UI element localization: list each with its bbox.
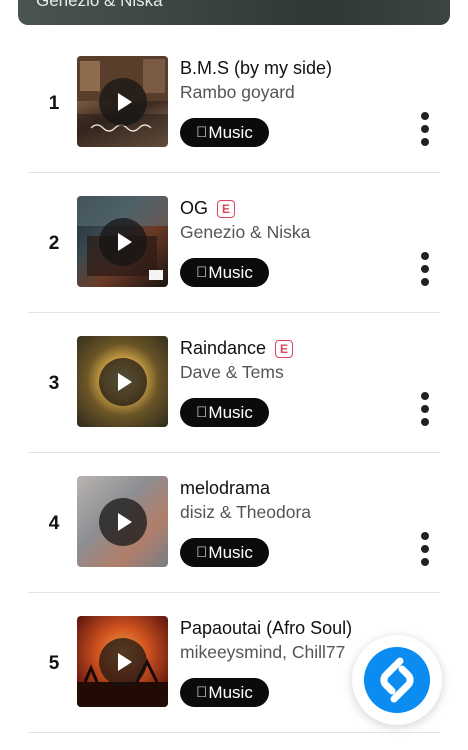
- more-options-icon[interactable]: [418, 252, 432, 286]
- row-divider: [28, 732, 440, 733]
- track-title[interactable]: B.M.S (by my side): [180, 58, 332, 79]
- track-title[interactable]: OG E: [180, 198, 236, 219]
- play-button[interactable]: [98, 637, 147, 686]
- previous-track-card[interactable]: Genezio & Niska: [18, 0, 450, 25]
- apple-icon: : [196, 264, 207, 281]
- shazam-icon: [364, 647, 430, 713]
- track-rank: 3: [48, 373, 60, 394]
- apple-icon: : [196, 124, 207, 141]
- apple-music-button[interactable]: Music: [180, 538, 269, 567]
- apple-icon: : [196, 684, 207, 701]
- apple-music-button[interactable]: Music: [180, 398, 269, 427]
- explicit-badge: E: [217, 199, 236, 218]
- track-row[interactable]: 1 B.M.S (by my side) Rambo goyard Music: [0, 32, 468, 172]
- track-rank: 4: [48, 513, 60, 534]
- track-artist[interactable]: Genezio & Niska: [180, 222, 310, 243]
- track-artist[interactable]: Rambo goyard: [180, 82, 295, 103]
- album-cover[interactable]: [77, 56, 168, 147]
- apple-music-button[interactable]: Music: [180, 118, 269, 147]
- album-cover[interactable]: [77, 336, 168, 427]
- track-artist[interactable]: mikeeysmind, Chill77: [180, 642, 345, 663]
- apple-icon: : [196, 544, 207, 561]
- apple-icon: : [196, 404, 207, 421]
- apple-music-button[interactable]: Music: [180, 678, 269, 707]
- track-row[interactable]: 4 melodrama disiz & Theodora Music: [0, 452, 468, 592]
- play-button[interactable]: [98, 357, 147, 406]
- track-row[interactable]: 3 Raindance E Dave & Tems Music: [0, 312, 468, 452]
- more-options-icon[interactable]: [418, 392, 432, 426]
- track-title[interactable]: melodrama: [180, 478, 270, 499]
- album-cover[interactable]: [77, 476, 168, 567]
- play-button[interactable]: [98, 497, 147, 546]
- more-options-icon[interactable]: [418, 112, 432, 146]
- track-rank: 2: [48, 233, 60, 254]
- track-row[interactable]: 2 OG E Genezio & Niska Music: [0, 172, 468, 312]
- play-button[interactable]: [98, 217, 147, 266]
- album-cover[interactable]: [77, 196, 168, 287]
- previous-track-artist: Genezio & Niska: [36, 0, 163, 10]
- play-button[interactable]: [98, 77, 147, 126]
- track-title[interactable]: Raindance E: [180, 338, 294, 359]
- track-artist[interactable]: disiz & Theodora: [180, 502, 311, 523]
- track-artist[interactable]: Dave & Tems: [180, 362, 284, 383]
- shazam-button[interactable]: [352, 635, 442, 725]
- apple-music-button[interactable]: Music: [180, 258, 269, 287]
- track-title[interactable]: Papaoutai (Afro Soul): [180, 618, 352, 639]
- track-rank: 5: [48, 653, 60, 674]
- more-options-icon[interactable]: [418, 532, 432, 566]
- album-cover[interactable]: [77, 616, 168, 707]
- track-rank: 1: [48, 93, 60, 114]
- explicit-badge: E: [275, 339, 294, 358]
